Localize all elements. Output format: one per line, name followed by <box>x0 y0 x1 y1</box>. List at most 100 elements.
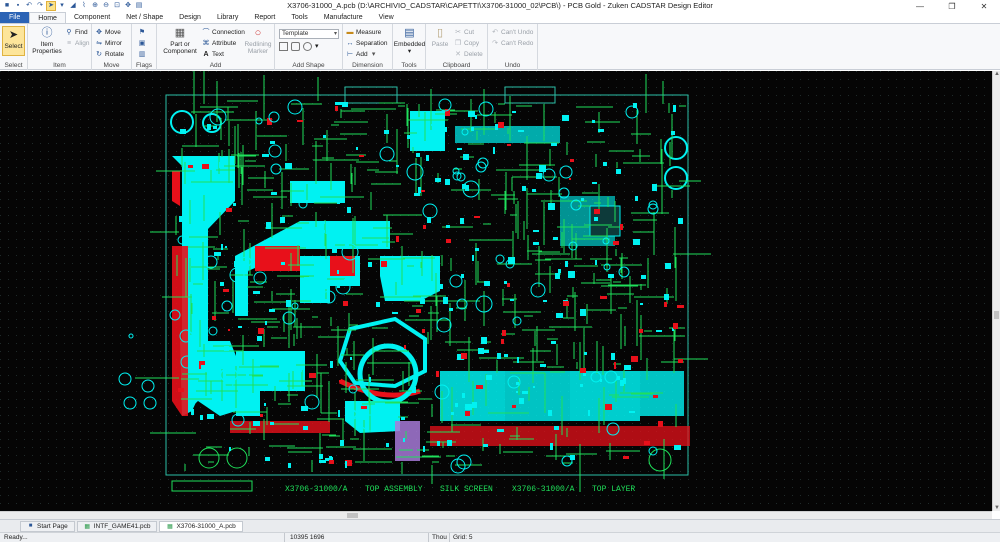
item-properties-button[interactable]: ⓘ Item Properties <box>30 26 64 55</box>
smd-pad <box>446 225 450 228</box>
zoom-in-icon[interactable]: ⊕ <box>91 2 99 10</box>
minimize-icon[interactable]: — <box>904 0 936 12</box>
smd-pad <box>392 312 398 314</box>
smd-pad <box>292 233 297 238</box>
smd-pad <box>555 273 560 279</box>
paste-button[interactable]: ▯ Paste <box>428 26 452 48</box>
rotate-button[interactable]: ↻ Rotate <box>95 49 124 59</box>
save-icon[interactable]: ▪ <box>14 2 22 10</box>
cut-button[interactable]: ✂ Cut <box>454 27 474 37</box>
smd-pad <box>460 218 464 224</box>
flag-button-2[interactable]: ▣ <box>138 38 146 48</box>
undo-icon[interactable]: ↶ <box>25 2 33 10</box>
move-button[interactable]: ✥ Move <box>95 27 121 37</box>
redo-label: Can't Redo <box>501 39 534 47</box>
smd-pad <box>266 222 271 229</box>
circle-shape-button[interactable] <box>303 42 312 51</box>
zoom-out-icon[interactable]: ⊖ <box>102 2 110 10</box>
pointer-icon[interactable]: ➤ <box>46 1 56 11</box>
tab-tools[interactable]: Tools <box>283 12 315 23</box>
shape-dropdown-icon[interactable]: ▾ <box>315 42 324 51</box>
tab-home[interactable]: Home <box>29 12 66 23</box>
smd-pad <box>498 122 504 128</box>
scroll-up-icon[interactable]: ▲ <box>993 71 1000 77</box>
doc-tab-x3706[interactable]: ▦ X3706-31000_A.pcb <box>159 520 243 532</box>
part-or-component-button[interactable]: ▦ Part or Component <box>160 26 200 55</box>
scroll-down-icon[interactable]: ▼ <box>993 505 1000 511</box>
delete-button[interactable]: ✕ Delete <box>454 49 483 59</box>
smd-pad <box>253 291 260 294</box>
pcb-canvas[interactable]: X3706-31000/A TOP ASSEMBLY SILK SCREEN X… <box>0 71 992 511</box>
redlining-marker-button[interactable]: ○ Redlining Marker <box>243 26 273 55</box>
redo-button[interactable]: ↷ Can't Redo <box>491 38 533 48</box>
smd-pad <box>603 162 607 166</box>
select-button[interactable]: ➤ Select <box>2 26 25 56</box>
pcb-drawing[interactable]: X3706-31000/A TOP ASSEMBLY SILK SCREEN X… <box>0 71 992 511</box>
attribute-icon: ⌘ <box>202 40 210 47</box>
template-select[interactable]: Template ▾ <box>279 29 339 39</box>
smd-pad <box>260 414 263 417</box>
dropdown-icon[interactable]: ▾ <box>58 2 66 10</box>
smd-pad <box>322 230 325 233</box>
smd-pad <box>202 164 209 169</box>
tab-library[interactable]: Library <box>209 12 246 23</box>
tab-report[interactable]: Report <box>246 12 283 23</box>
smd-pad <box>359 155 364 157</box>
title-bar: ■ ▪ ↶ ↷ ➤ ▾ ◢ ⌇ ⊕ ⊖ ⊡ ✥ ▤ X3706-31000_A.… <box>0 0 1000 12</box>
scroll-thumb[interactable] <box>347 513 358 518</box>
smd-pad <box>565 261 568 267</box>
part-label-1: Part or <box>170 41 190 48</box>
chart-icon[interactable]: ◢ <box>69 2 77 10</box>
embedded-button[interactable]: ▤ Embedded ▾ <box>394 26 425 55</box>
attribute-button[interactable]: ⌘ Attribute <box>202 38 237 48</box>
smd-pad <box>641 275 646 279</box>
vertical-scrollbar[interactable]: ▲ ▼ <box>992 71 1000 511</box>
flag-button-1[interactable]: ⚑ <box>138 27 146 37</box>
zoom-fit-icon[interactable]: ⊡ <box>113 2 121 10</box>
rectangle-shape-button[interactable] <box>279 42 288 51</box>
pan-icon[interactable]: ✥ <box>124 2 132 10</box>
separation-button[interactable]: ↔ Separation <box>346 38 388 48</box>
align-button[interactable]: ≡ Align <box>65 38 90 48</box>
doc-tab-start-page[interactable]: ■ Start Page <box>20 520 75 532</box>
smd-pad <box>507 283 510 287</box>
scroll-thumb[interactable] <box>994 311 999 319</box>
add-dimension-button[interactable]: ⊢ Add ▾ <box>346 49 378 59</box>
mirror-icon: ⇋ <box>96 40 102 47</box>
horizontal-scrollbar[interactable] <box>0 511 992 519</box>
flag-button-3[interactable]: ▥ <box>138 49 146 59</box>
smd-pad <box>201 316 207 318</box>
smd-pad <box>658 421 663 427</box>
tab-design[interactable]: Design <box>171 12 209 23</box>
tab-view[interactable]: View <box>371 12 402 23</box>
smd-pad <box>486 375 492 380</box>
tab-component[interactable]: Component <box>66 12 118 23</box>
smd-pad <box>677 305 684 308</box>
smd-pad <box>678 359 683 363</box>
doc-tab-intf[interactable]: ▦ INTF_GAME41.pcb <box>76 520 158 532</box>
menu-icon[interactable]: ■ <box>3 2 11 10</box>
pcb-file-icon: ▦ <box>167 523 173 530</box>
tab-manufacture[interactable]: Manufacture <box>316 12 371 23</box>
props-icon[interactable]: ▤ <box>135 2 143 10</box>
smd-pad <box>671 131 675 135</box>
copy-button[interactable]: ❐ Copy <box>454 38 479 48</box>
smd-pad <box>558 269 561 273</box>
close-icon[interactable]: ✕ <box>968 0 1000 12</box>
redo-icon[interactable]: ↷ <box>36 2 44 10</box>
tab-file[interactable]: File <box>0 12 30 23</box>
undo-button[interactable]: ↶ Can't Undo <box>491 27 533 37</box>
measure-button[interactable]: ▬ Measure <box>346 27 382 37</box>
find-button[interactable]: ⚲ Find <box>65 27 87 37</box>
text-button[interactable]: A Text <box>202 49 223 59</box>
smd-pad <box>463 154 469 160</box>
mirror-button[interactable]: ⇋ Mirror <box>95 38 122 48</box>
smd-pad <box>214 252 221 256</box>
smd-pad <box>484 350 489 353</box>
measure-icon[interactable]: ⌇ <box>80 2 88 10</box>
square-shape-button[interactable] <box>291 42 300 51</box>
maximize-icon[interactable]: ❐ <box>936 0 968 12</box>
connection-button[interactable]: ⌒ Connection <box>202 27 245 37</box>
smd-pad <box>221 244 223 250</box>
tab-net-shape[interactable]: Net / Shape <box>118 12 171 23</box>
